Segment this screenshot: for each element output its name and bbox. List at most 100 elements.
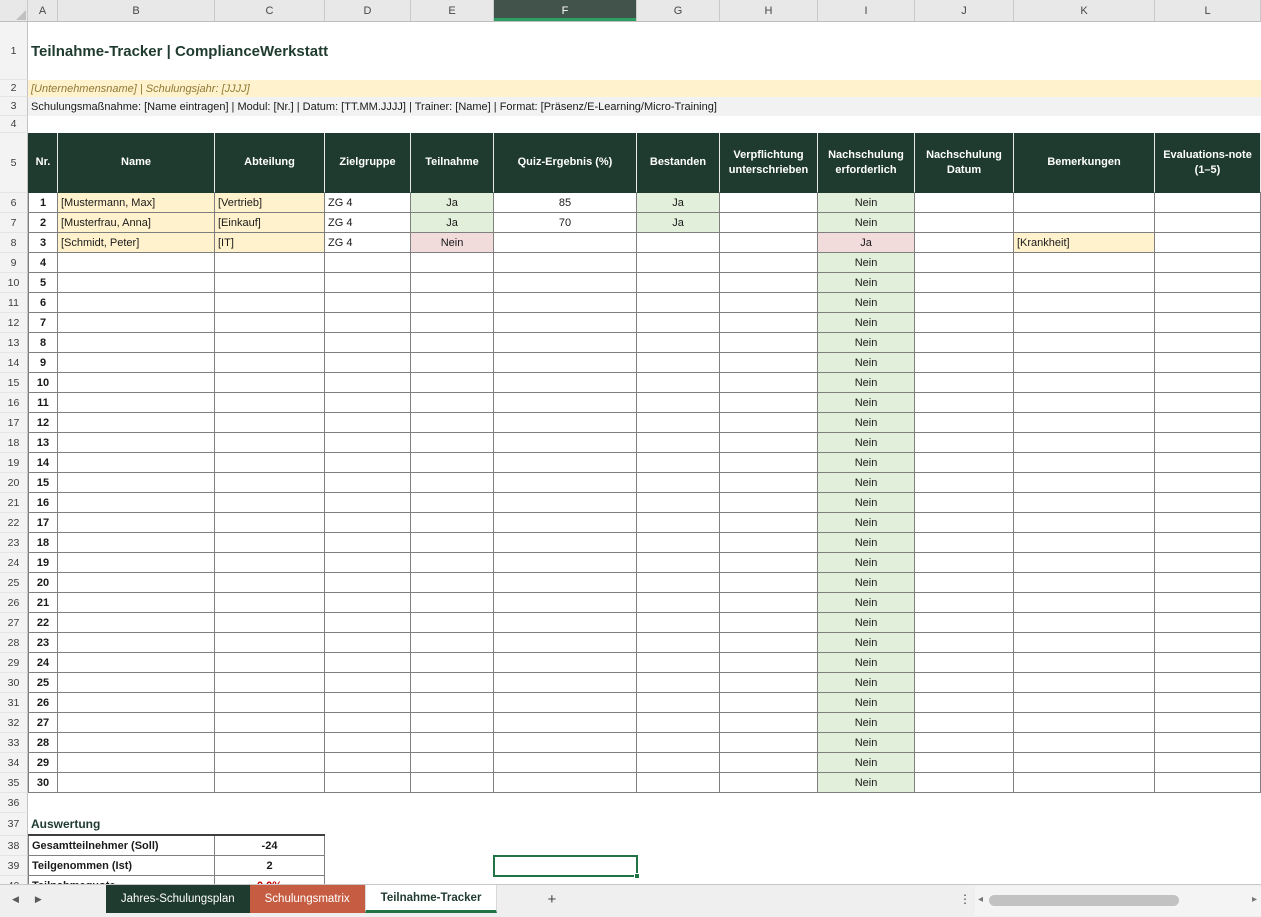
cell-nachschulung-erforderlich[interactable]: Nein bbox=[818, 353, 915, 373]
cell-evaluationsnote[interactable] bbox=[1155, 353, 1261, 373]
cell-bestanden[interactable] bbox=[637, 713, 720, 733]
cell-bemerkungen[interactable] bbox=[1014, 313, 1155, 333]
cell-abteilung[interactable]: [IT] bbox=[215, 233, 325, 253]
cell-quiz-ergebnis[interactable] bbox=[494, 713, 637, 733]
cell-nr[interactable]: 19 bbox=[28, 553, 58, 573]
cell-verpflichtung[interactable] bbox=[720, 473, 818, 493]
cell-zielgruppe[interactable] bbox=[325, 313, 411, 333]
cell-bestanden[interactable] bbox=[637, 773, 720, 793]
cell-nr[interactable]: 8 bbox=[28, 333, 58, 353]
cell-nr[interactable]: 2 bbox=[28, 213, 58, 233]
row-header-16[interactable]: 16 bbox=[0, 393, 28, 413]
cell-nachschulung-erforderlich[interactable]: Nein bbox=[818, 693, 915, 713]
cell-abteilung[interactable] bbox=[215, 753, 325, 773]
cell-nachschulung-erforderlich[interactable]: Nein bbox=[818, 373, 915, 393]
cell-zielgruppe[interactable]: ZG 4 bbox=[325, 233, 411, 253]
cell-name[interactable] bbox=[58, 633, 215, 653]
cell-teilnahme[interactable] bbox=[411, 773, 494, 793]
cell-nachschulung-datum[interactable] bbox=[915, 633, 1014, 653]
cell-verpflichtung[interactable] bbox=[720, 653, 818, 673]
cell-name[interactable] bbox=[58, 753, 215, 773]
cell-teilnahme[interactable] bbox=[411, 333, 494, 353]
cell-zielgruppe[interactable] bbox=[325, 773, 411, 793]
cell-nr[interactable]: 12 bbox=[28, 413, 58, 433]
cell-verpflichtung[interactable] bbox=[720, 333, 818, 353]
cell-teilnahme[interactable] bbox=[411, 493, 494, 513]
cell-zielgruppe[interactable] bbox=[325, 553, 411, 573]
next-sheet-arrow-icon[interactable]: ▶ bbox=[35, 894, 42, 905]
cell-quiz-ergebnis[interactable] bbox=[494, 293, 637, 313]
cell-evaluationsnote[interactable] bbox=[1155, 653, 1261, 673]
cell-nachschulung-erforderlich[interactable]: Nein bbox=[818, 653, 915, 673]
row-header-40[interactable]: 40 bbox=[0, 876, 28, 884]
cell-zielgruppe[interactable] bbox=[325, 293, 411, 313]
cell-bestanden[interactable] bbox=[637, 313, 720, 333]
cell-bemerkungen[interactable] bbox=[1014, 493, 1155, 513]
cell-bemerkungen[interactable] bbox=[1014, 733, 1155, 753]
row-header-32[interactable]: 32 bbox=[0, 713, 28, 733]
cell-verpflichtung[interactable] bbox=[720, 233, 818, 253]
cell-name[interactable] bbox=[58, 433, 215, 453]
row-header-9[interactable]: 9 bbox=[0, 253, 28, 273]
cell-quiz-ergebnis[interactable] bbox=[494, 633, 637, 653]
cell-nachschulung-datum[interactable] bbox=[915, 513, 1014, 533]
cell-nachschulung-datum[interactable] bbox=[915, 413, 1014, 433]
cell-name[interactable] bbox=[58, 413, 215, 433]
cell-verpflichtung[interactable] bbox=[720, 593, 818, 613]
row-header-13[interactable]: 13 bbox=[0, 333, 28, 353]
cell-teilnahme[interactable] bbox=[411, 553, 494, 573]
cell-zielgruppe[interactable] bbox=[325, 413, 411, 433]
cell-name[interactable] bbox=[58, 653, 215, 673]
cell-quiz-ergebnis[interactable] bbox=[494, 513, 637, 533]
cell-nachschulung-datum[interactable] bbox=[915, 593, 1014, 613]
row-header-35[interactable]: 35 bbox=[0, 773, 28, 793]
cell-nachschulung-datum[interactable] bbox=[915, 573, 1014, 593]
cell-nachschulung-erforderlich[interactable]: Nein bbox=[818, 333, 915, 353]
cell-nachschulung-datum[interactable] bbox=[915, 373, 1014, 393]
cell-quiz-ergebnis[interactable]: 70 bbox=[494, 213, 637, 233]
cell-abteilung[interactable] bbox=[215, 513, 325, 533]
row-header-10[interactable]: 10 bbox=[0, 273, 28, 293]
cell-name[interactable] bbox=[58, 473, 215, 493]
cell-nr[interactable]: 10 bbox=[28, 373, 58, 393]
cell-abteilung[interactable] bbox=[215, 313, 325, 333]
cell-evaluationsnote[interactable] bbox=[1155, 293, 1261, 313]
row-header-37[interactable]: 37 bbox=[0, 813, 28, 836]
cell-bestanden[interactable] bbox=[637, 353, 720, 373]
cell-evaluationsnote[interactable] bbox=[1155, 413, 1261, 433]
cell-nachschulung-datum[interactable] bbox=[915, 393, 1014, 413]
cell-nachschulung-datum[interactable] bbox=[915, 733, 1014, 753]
row-header-3[interactable]: 3 bbox=[0, 97, 28, 116]
cell-verpflichtung[interactable] bbox=[720, 573, 818, 593]
cell-nachschulung-datum[interactable] bbox=[915, 493, 1014, 513]
cell-abteilung[interactable] bbox=[215, 373, 325, 393]
cell-nr[interactable]: 6 bbox=[28, 293, 58, 313]
cell-nachschulung-erforderlich[interactable]: Nein bbox=[818, 453, 915, 473]
row-header-1[interactable]: 1 bbox=[0, 22, 28, 80]
cell-zielgruppe[interactable] bbox=[325, 633, 411, 653]
cell-nachschulung-datum[interactable] bbox=[915, 453, 1014, 473]
cell-nachschulung-erforderlich[interactable]: Nein bbox=[818, 253, 915, 273]
cell-quiz-ergebnis[interactable] bbox=[494, 773, 637, 793]
cell-name[interactable] bbox=[58, 773, 215, 793]
cell-verpflichtung[interactable] bbox=[720, 513, 818, 533]
cell-evaluationsnote[interactable] bbox=[1155, 253, 1261, 273]
cell-nachschulung-datum[interactable] bbox=[915, 313, 1014, 333]
cell-abteilung[interactable] bbox=[215, 453, 325, 473]
cell-evaluationsnote[interactable] bbox=[1155, 333, 1261, 353]
cell-nachschulung-erforderlich[interactable]: Nein bbox=[818, 193, 915, 213]
cell-teilnahme[interactable] bbox=[411, 473, 494, 493]
cell-abteilung[interactable] bbox=[215, 553, 325, 573]
cell-verpflichtung[interactable] bbox=[720, 433, 818, 453]
cell-bestanden[interactable] bbox=[637, 733, 720, 753]
cell-bemerkungen[interactable] bbox=[1014, 533, 1155, 553]
cell-evaluationsnote[interactable] bbox=[1155, 393, 1261, 413]
cell-abteilung[interactable] bbox=[215, 593, 325, 613]
cell-evaluationsnote[interactable] bbox=[1155, 733, 1261, 753]
cell-quiz-ergebnis[interactable] bbox=[494, 613, 637, 633]
cell-quiz-ergebnis[interactable] bbox=[494, 473, 637, 493]
cell-verpflichtung[interactable] bbox=[720, 633, 818, 653]
cell-teilnahme[interactable] bbox=[411, 453, 494, 473]
cell-nachschulung-erforderlich[interactable]: Nein bbox=[818, 493, 915, 513]
cell-evaluationsnote[interactable] bbox=[1155, 773, 1261, 793]
